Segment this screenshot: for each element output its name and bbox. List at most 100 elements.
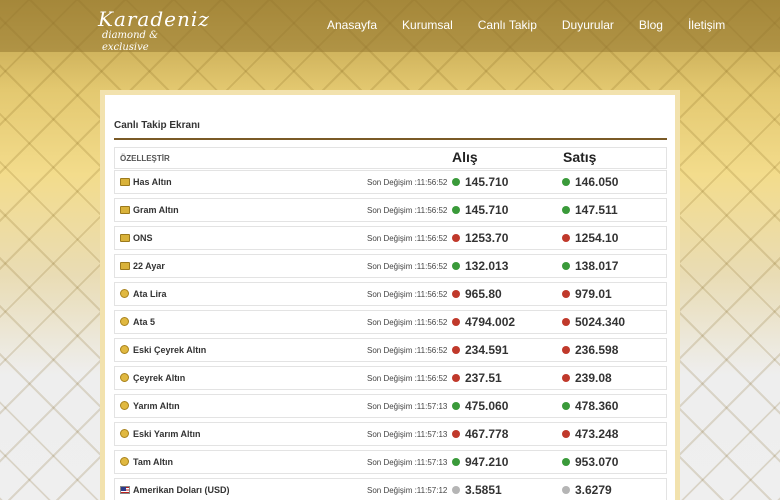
panel-title: Canlı Takip Ekranı <box>114 120 200 131</box>
live-tracking-panel: Canlı Takip Ekranı ÖZELLEŞTİR Alış Satış… <box>100 90 680 500</box>
title-divider <box>114 138 667 140</box>
buy-price: 234.591 <box>465 343 509 357</box>
sell-up-arrow-icon <box>562 402 570 410</box>
gold-coin-icon <box>120 317 129 326</box>
customize-link[interactable]: ÖZELLEŞTİR <box>120 154 170 163</box>
buy-price: 237.51 <box>465 371 502 385</box>
last-change-time: Son Değişim :11:56:52 <box>367 262 448 271</box>
buy-price: 965.80 <box>465 287 502 301</box>
sell-price: 979.01 <box>575 287 612 301</box>
buy-down-arrow-icon <box>452 430 460 438</box>
sell-price: 147.511 <box>575 203 618 217</box>
gold-coin-icon <box>120 289 129 298</box>
site-logo[interactable]: Karadeniz diamond & exclusive <box>98 7 210 53</box>
table-row: Gram Altın Son Değişim :11:56:52 145.710 14… <box>114 198 667 222</box>
buy-price: 947.210 <box>465 455 509 469</box>
gold-bar-icon <box>120 206 130 214</box>
buy-up-arrow-icon <box>452 262 460 270</box>
sell-neutral-icon <box>562 486 570 494</box>
sell-price: 239.08 <box>575 371 612 385</box>
buy-price: 4794.002 <box>465 315 516 329</box>
buy-up-arrow-icon <box>452 458 460 466</box>
sell-price: 236.598 <box>575 343 619 357</box>
last-change-time: Son Değişim :11:57:13 <box>367 430 448 439</box>
table-row: Eski Çeyrek Altın Son Değişim :11:56:52 23… <box>114 338 667 362</box>
nav-item-iletisim[interactable]: İletişim <box>688 18 725 32</box>
last-change-time: Son Değişim :11:56:52 <box>367 206 448 215</box>
logo-title: Karadeniz <box>98 7 210 31</box>
table-row: Çeyrek Altın Son Değişim :11:56:52 237.51 2… <box>114 366 667 390</box>
sell-down-arrow-icon <box>562 234 570 242</box>
table-row: Ata Lira Son Değişim :11:56:52 965.80 979.0… <box>114 282 667 306</box>
logo-subtitle: diamond & exclusive <box>102 30 158 53</box>
sell-up-arrow-icon <box>562 178 570 186</box>
buy-down-arrow-icon <box>452 374 460 382</box>
nav-item-anasayfa[interactable]: Anasayfa <box>327 18 377 32</box>
sell-price: 146.050 <box>575 175 619 189</box>
row-name: Gram Altın <box>133 205 179 215</box>
buy-down-arrow-icon <box>452 234 460 242</box>
gold-coin-icon <box>120 401 129 410</box>
sell-price: 1254.10 <box>575 231 619 245</box>
row-name: Eski Yarım Altın <box>133 429 201 439</box>
table-row: Has Altın Son Değişim :11:56:52 145.710 146… <box>114 170 667 194</box>
table-row: Yarım Altın Son Değişim :11:57:13 475.060 4… <box>114 394 667 418</box>
buy-price: 145.710 <box>465 203 509 217</box>
row-name: Eski Çeyrek Altın <box>133 345 207 355</box>
sell-down-arrow-icon <box>562 318 570 326</box>
nav-item-canli-takip[interactable]: Canlı Takip <box>478 18 537 32</box>
sell-down-arrow-icon <box>562 374 570 382</box>
row-name: Çeyrek Altın <box>133 373 186 383</box>
table-row: Amerikan Doları (USD) Son Değişim :11:57:… <box>114 478 667 500</box>
sell-price: 5024.340 <box>575 315 626 329</box>
last-change-time: Son Değişim :11:57:13 <box>367 458 448 467</box>
last-change-time: Son Değişim :11:57:13 <box>367 402 448 411</box>
buy-neutral-icon <box>452 486 460 494</box>
gold-coin-icon <box>120 373 129 382</box>
main-nav: Anasayfa Kurumsal Canlı Takip Duyurular … <box>327 18 750 32</box>
sell-price: 478.360 <box>575 399 619 413</box>
row-name: Amerikan Doları (USD) <box>133 485 230 495</box>
sell-up-arrow-icon <box>562 458 570 466</box>
row-name: ONS <box>133 233 153 243</box>
gold-coin-icon <box>120 345 129 354</box>
gold-bar-icon <box>120 262 130 270</box>
buy-price: 3.5851 <box>465 483 502 497</box>
sell-price: 3.6279 <box>575 483 612 497</box>
buy-up-arrow-icon <box>452 178 460 186</box>
sell-up-arrow-icon <box>562 262 570 270</box>
last-change-time: Son Değişim :11:56:52 <box>367 346 448 355</box>
nav-item-duyurular[interactable]: Duyurular <box>562 18 614 32</box>
sell-column-header: Satış <box>563 149 597 165</box>
last-change-time: Son Değişim :11:56:52 <box>367 318 448 327</box>
last-change-time: Son Değişim :11:56:52 <box>367 290 448 299</box>
buy-price: 475.060 <box>465 399 509 413</box>
row-name: Yarım Altın <box>133 401 180 411</box>
gold-coin-icon <box>120 457 129 466</box>
last-change-time: Son Değişim :11:57:12 <box>367 486 448 495</box>
nav-item-blog[interactable]: Blog <box>639 18 663 32</box>
buy-down-arrow-icon <box>452 318 460 326</box>
table-row: 22 Ayar Son Değişim :11:56:52 132.013 138.0… <box>114 254 667 278</box>
sell-down-arrow-icon <box>562 346 570 354</box>
price-table-header: ÖZELLEŞTİR Alış Satış <box>114 147 667 169</box>
table-row: ONS Son Değişim :11:56:52 1253.70 1254.10 <box>114 226 667 250</box>
row-name: Tam Altın <box>133 457 173 467</box>
sell-down-arrow-icon <box>562 430 570 438</box>
us-flag-icon <box>120 486 130 494</box>
gold-coin-icon <box>120 429 129 438</box>
buy-price: 467.778 <box>465 427 509 441</box>
row-name: Has Altın <box>133 177 172 187</box>
nav-item-kurumsal[interactable]: Kurumsal <box>402 18 453 32</box>
gold-bar-icon <box>120 234 130 242</box>
buy-price: 132.013 <box>465 259 509 273</box>
gold-bar-icon <box>120 178 130 186</box>
buy-column-header: Alış <box>452 149 478 165</box>
buy-down-arrow-icon <box>452 346 460 354</box>
sell-price: 138.017 <box>575 259 619 273</box>
sell-down-arrow-icon <box>562 290 570 298</box>
buy-price: 1253.70 <box>465 231 509 245</box>
last-change-time: Son Değişim :11:56:52 <box>367 374 448 383</box>
row-name: Ata Lira <box>133 289 167 299</box>
sell-price: 953.070 <box>575 455 619 469</box>
